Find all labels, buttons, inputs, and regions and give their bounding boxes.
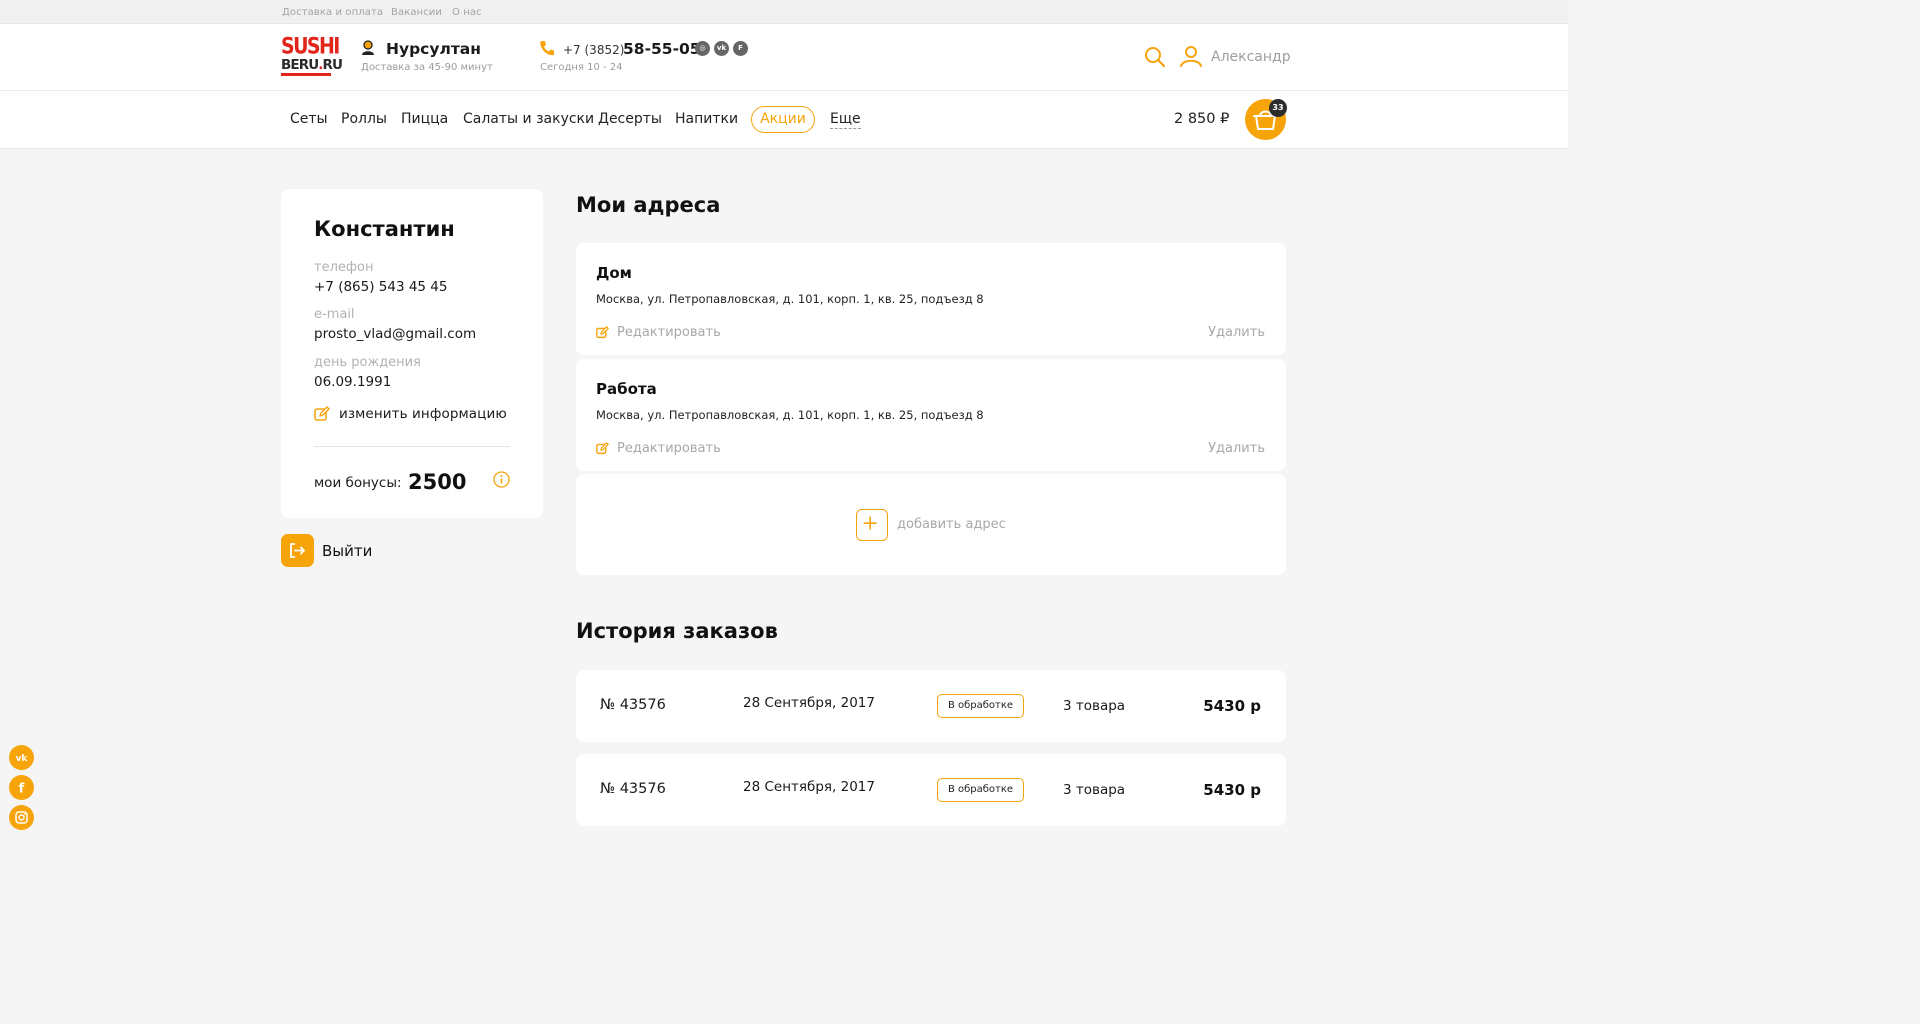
phone-label: телефон [314, 260, 374, 275]
delivery-time: Доставка за 45-90 минут [361, 62, 493, 73]
phone-prefix: +7 (3852) [563, 43, 625, 57]
nav-item-salads[interactable]: Салаты и закуски [463, 111, 594, 127]
nav-item-sets[interactable]: Сеты [290, 111, 328, 127]
edit-icon[interactable] [596, 442, 609, 455]
order-sum: 5430 р [1203, 781, 1261, 799]
order-row[interactable]: № 43576 28 Сентября, 2017 В обработке 3 … [576, 754, 1286, 826]
user-icon[interactable] [1179, 44, 1203, 68]
svg-text:f: f [19, 782, 25, 797]
order-status-badge: В обработке [937, 778, 1024, 802]
header: SUSHI BERU.RU Нурсултан Доставка за 45-9… [0, 24, 1568, 91]
logout-link[interactable]: Выйти [322, 542, 372, 560]
nav-item-desserts[interactable]: Десерты [598, 111, 662, 127]
delete-address-button[interactable]: Удалить [1208, 325, 1265, 340]
order-status-badge: В обработке [937, 694, 1024, 718]
order-date: 28 Сентября, 2017 [743, 695, 875, 711]
address-card-home: Дом Москва, ул. Петропавловская, д. 101,… [576, 243, 1286, 355]
order-items-count: 3 товара [1063, 698, 1126, 714]
instagram-icon[interactable]: ◎ [695, 41, 710, 56]
edit-address-button[interactable]: Редактировать [617, 441, 721, 456]
addresses-title: Мои адреса [576, 193, 721, 217]
profile-card: Константин телефон +7 (865) 543 45 45 e-… [281, 189, 543, 518]
cart-count-badge: 33 [1269, 99, 1287, 117]
phone-icon [540, 41, 554, 56]
top-bar: Доставка и оплата Вакансии О нас [0, 0, 1568, 24]
main-nav: Сеты Роллы Пицца Салаты и закуски Десерт… [0, 91, 1568, 149]
phone-number[interactable]: 58-55-05 [623, 40, 701, 58]
order-number: № 43576 [600, 781, 666, 797]
address-name: Работа [596, 380, 657, 398]
info-icon[interactable] [493, 471, 510, 488]
bonus-label: мои бонусы: [314, 475, 402, 491]
profile-name: Константин [314, 217, 455, 241]
nav-item-more[interactable]: Еще [830, 111, 861, 129]
email-label: e-mail [314, 307, 355, 322]
bonus-value: 2500 [408, 470, 467, 494]
user-name-link[interactable]: Александр [1211, 49, 1291, 65]
order-date: 28 Сентября, 2017 [743, 779, 875, 795]
birthday-value: 06.09.1991 [314, 374, 392, 390]
nav-item-rolls[interactable]: Роллы [341, 111, 387, 127]
link-vacancies[interactable]: Вакансии [391, 7, 442, 18]
facebook-icon[interactable]: f [9, 775, 34, 800]
vk-icon[interactable]: vk [9, 745, 34, 770]
phone-value: +7 (865) 543 45 45 [314, 279, 448, 295]
edit-icon[interactable] [596, 326, 609, 339]
site-logo[interactable]: SUSHI BERU.RU [281, 35, 343, 78]
address-name: Дом [596, 264, 632, 282]
cart-total: 2 850 ₽ [1174, 111, 1230, 127]
birthday-label: день рождения [314, 355, 421, 370]
logo-text-bottom: BERU.RU [281, 57, 343, 73]
foursquare-icon[interactable]: F [733, 41, 748, 56]
svg-text:vk: vk [16, 754, 29, 764]
location-pin-icon [362, 40, 374, 55]
order-number: № 43576 [600, 697, 666, 713]
logout-button[interactable] [281, 534, 314, 567]
address-card-work: Работа Москва, ул. Петропавловская, д. 1… [576, 359, 1286, 471]
search-icon[interactable] [1144, 46, 1166, 68]
order-sum: 5430 р [1203, 697, 1261, 715]
delete-address-button[interactable]: Удалить [1208, 441, 1265, 456]
instagram-icon[interactable] [9, 805, 34, 830]
edit-icon[interactable] [314, 406, 330, 422]
nav-item-promo[interactable]: Акции [751, 106, 815, 133]
edit-address-button[interactable]: Редактировать [617, 325, 721, 340]
nav-item-pizza[interactable]: Пицца [401, 111, 448, 127]
add-address-label[interactable]: добавить адрес [897, 517, 1006, 532]
logo-underline [281, 73, 331, 76]
link-about[interactable]: О нас [452, 7, 482, 18]
add-address-card[interactable]: добавить адрес [576, 474, 1286, 575]
nav-item-drinks[interactable]: Напитки [675, 111, 738, 127]
orders-title: История заказов [576, 619, 778, 643]
email-value: prosto_vlad@gmail.com [314, 326, 477, 342]
logout-icon [290, 543, 305, 558]
vk-icon[interactable]: vk [714, 41, 729, 56]
plus-icon[interactable] [856, 509, 888, 541]
link-delivery-payment[interactable]: Доставка и оплата [282, 7, 383, 18]
edit-info-link[interactable]: изменить информацию [339, 406, 507, 422]
address-text: Москва, ул. Петропавловская, д. 101, кор… [596, 408, 984, 422]
working-hours: Сегодня 10 - 24 [540, 62, 623, 73]
order-row[interactable]: № 43576 28 Сентября, 2017 В обработке 3 … [576, 670, 1286, 742]
divider [314, 446, 510, 447]
city-selector[interactable]: Нурсултан [386, 40, 481, 58]
address-text: Москва, ул. Петропавловская, д. 101, кор… [596, 292, 984, 306]
logo-text-top: SUSHI [281, 33, 340, 59]
order-items-count: 3 товара [1063, 782, 1126, 798]
